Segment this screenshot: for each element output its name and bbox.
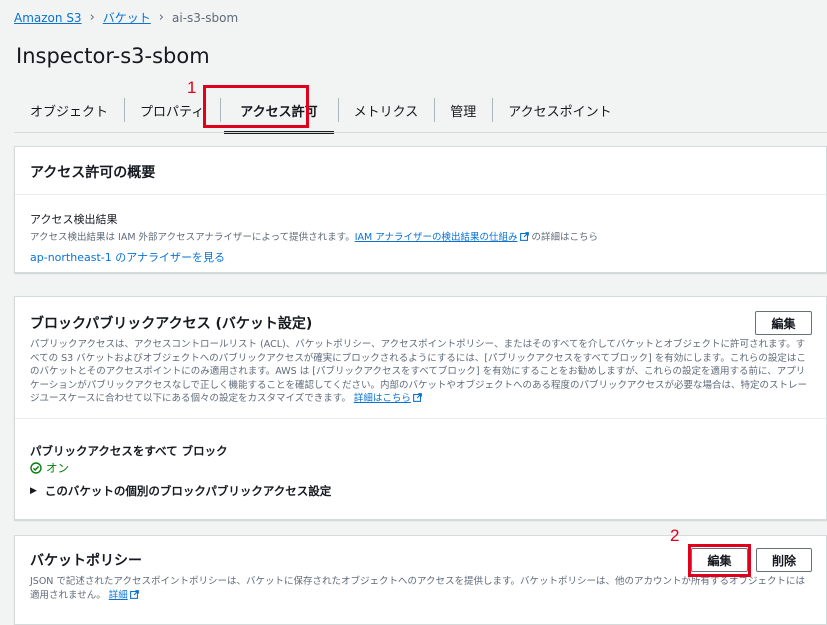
tab-access-points[interactable]: アクセスポイント: [492, 92, 627, 128]
panel-divider: [15, 194, 826, 195]
bucket-policy-learn-more-link[interactable]: 詳細: [109, 590, 128, 601]
view-analyzer-link[interactable]: ap-northeast-1 のアナライザーを見る: [30, 249, 225, 265]
findings-desc-pre: アクセス検出結果は IAM 外部アクセスアナライザーによって提供されます。: [30, 232, 355, 243]
panel-divider: [15, 418, 826, 419]
block-public-access-title: ブロックパブリックアクセス (バケット設定): [30, 316, 313, 332]
chevron-right-icon: ›: [158, 10, 164, 25]
access-overview-panel: アクセス許可の概要 アクセス検出結果 アクセス検出結果は IAM 外部アクセスア…: [14, 146, 827, 273]
tab-underline: [14, 132, 827, 133]
page-title: Inspector-s3-sbom: [16, 44, 210, 68]
tab-management[interactable]: 管理: [434, 92, 492, 128]
findings-label: アクセス検出結果: [30, 213, 118, 226]
tab-metrics[interactable]: メトリクス: [337, 92, 435, 128]
block-public-description: パブリックアクセスは、アクセスコントロールリスト (ACL)、バケットポリシー、…: [30, 338, 810, 406]
breadcrumb-buckets[interactable]: バケット: [103, 9, 151, 26]
external-link-icon: [519, 232, 529, 241]
breadcrumb: Amazon S3 › バケット › ai-s3-sbom: [14, 9, 238, 26]
chevron-right-icon: ›: [89, 10, 95, 25]
block-all-status-text: オン: [46, 461, 69, 475]
caret-right-icon: ▶: [30, 486, 37, 496]
annotation-number-2: 2: [670, 526, 680, 545]
block-all-label: パブリックアクセスをすべて ブロック: [30, 444, 228, 458]
bucket-policy-title: バケットポリシー: [30, 553, 142, 569]
status-success-icon: [30, 462, 42, 474]
iam-analyzer-link[interactable]: IAM アナライザーの検出結果の仕組み: [355, 232, 518, 243]
block-public-access-panel: ブロックパブリックアクセス (バケット設定) 編集 パブリックアクセスは、アクセ…: [14, 296, 827, 520]
annotation-box-1: [203, 85, 309, 128]
external-link-icon: [412, 393, 422, 402]
findings-desc-post: の詳細はこちら: [528, 232, 599, 243]
access-overview-title: アクセス許可の概要: [30, 165, 156, 181]
tab-objects[interactable]: オブジェクト: [14, 92, 124, 128]
findings-description: アクセス検出結果は IAM 外部アクセスアナライザーによって提供されます。IAM…: [30, 231, 598, 245]
block-all-status: オン: [30, 460, 69, 476]
bucket-policy-description: JSON で記述されたアクセスポイントポリシーは、バケットに保存されたオブジェク…: [30, 575, 812, 602]
bucket-policy-desc-text: JSON で記述されたアクセスポイントポリシーは、バケットに保存されたオブジェク…: [30, 576, 806, 601]
tab-bar: オブジェクト プロパティ アクセス許可 メトリクス 管理 アクセスポイント: [14, 92, 628, 134]
individual-settings-expander[interactable]: ▶ このバケットの個別のブロックパブリックアクセス設定: [30, 483, 331, 499]
block-public-learn-more-link[interactable]: 詳細はこちら: [354, 393, 411, 404]
breadcrumb-amazon-s3[interactable]: Amazon S3: [14, 11, 82, 25]
annotation-box-2: [688, 544, 751, 577]
individual-settings-label: このバケットの個別のブロックパブリックアクセス設定: [44, 484, 332, 498]
bucket-policy-delete-button[interactable]: 削除: [756, 548, 812, 572]
block-public-edit-button[interactable]: 編集: [755, 311, 812, 335]
annotation-number-1: 1: [187, 78, 197, 97]
breadcrumb-current: ai-s3-sbom: [172, 10, 239, 25]
external-link-icon: [129, 589, 139, 599]
